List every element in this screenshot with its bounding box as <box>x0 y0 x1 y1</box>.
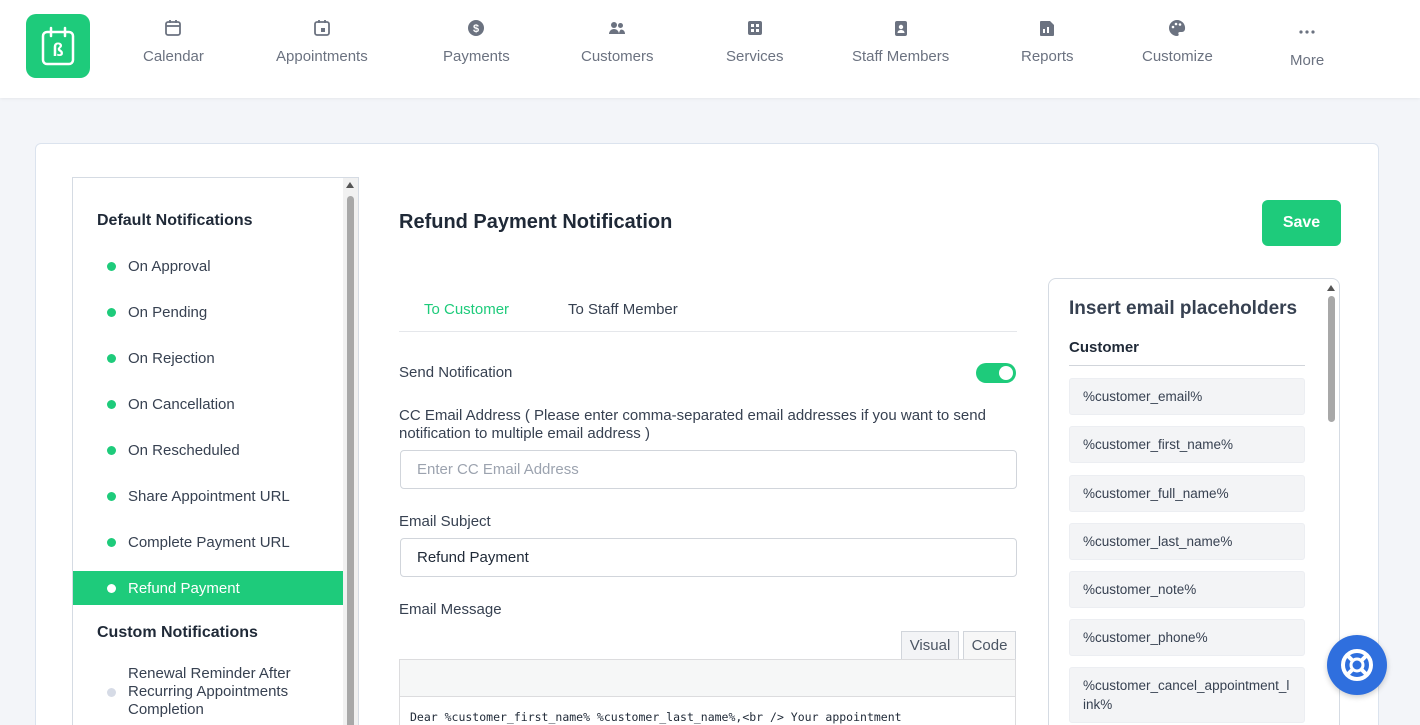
sidebar-item-label: On Cancellation <box>128 395 235 413</box>
sidebar-item-label: Refund Payment <box>128 579 240 597</box>
email-message-editor[interactable]: Dear %customer_first_name% %customer_las… <box>399 696 1016 725</box>
nav-services[interactable]: Services <box>726 18 784 65</box>
calendar-icon <box>163 18 183 38</box>
placeholder-item[interactable]: %customer_last_name% <box>1069 523 1305 560</box>
scroll-up-arrow-icon[interactable] <box>346 182 354 188</box>
status-dot <box>107 687 116 697</box>
sidebar-item-label: Share Appointment URL <box>128 487 290 505</box>
sidebar-item-share-appointment-url[interactable]: Share Appointment URL <box>73 479 343 513</box>
nav-label: Appointments <box>276 48 368 65</box>
placeholder-group-customer: Customer <box>1069 339 1305 366</box>
placeholders-title: Insert email placeholders <box>1069 298 1298 319</box>
custom-notifications-heading: Custom Notifications <box>97 624 258 641</box>
services-grid-icon <box>745 18 765 38</box>
status-dot <box>107 353 116 363</box>
placeholder-item[interactable]: %customer_phone% <box>1069 619 1305 656</box>
sidebar-item-label: Complete Payment URL <box>128 533 290 551</box>
lifebuoy-icon <box>1341 649 1373 681</box>
sidebar-item-label: On Rescheduled <box>128 441 240 459</box>
placeholder-item[interactable]: %customer_full_name% <box>1069 475 1305 512</box>
placeholder-item[interactable]: %customer_email% <box>1069 378 1305 415</box>
status-dot <box>107 583 116 593</box>
sidebar-item-renewal-reminder[interactable]: Renewal Reminder After Recurring Appoint… <box>107 665 343 719</box>
scrollbar-thumb[interactable] <box>1328 296 1335 422</box>
editor-tab-code[interactable]: Code <box>963 631 1016 660</box>
nav-label: Customize <box>1142 48 1213 65</box>
tab-to-customer[interactable]: To Customer <box>424 301 509 318</box>
nav-calendar[interactable]: Calendar <box>143 18 204 65</box>
svg-text:$: $ <box>473 23 479 35</box>
users-icon <box>607 18 627 38</box>
sidebar-item-refund-payment[interactable]: Refund Payment <box>73 571 343 605</box>
email-subject-label: Email Subject <box>399 513 491 530</box>
nav-label: Reports <box>1021 48 1074 65</box>
top-navigation: ß Calendar Appointments $ Payments Custo… <box>0 0 1420 98</box>
recipient-tabs: To Customer To Staff Member <box>399 290 1017 332</box>
nav-customers[interactable]: Customers <box>581 18 654 65</box>
status-dot <box>107 307 116 317</box>
toggle-knob <box>999 366 1013 380</box>
page-title: Refund Payment Notification <box>399 211 673 233</box>
sidebar-item-on-cancellation[interactable]: On Cancellation <box>73 387 343 421</box>
sidebar-item-on-pending[interactable]: On Pending <box>73 295 343 329</box>
help-button[interactable] <box>1327 635 1387 695</box>
status-dot <box>107 399 116 409</box>
save-button[interactable]: Save <box>1262 200 1341 246</box>
tab-to-staff-member[interactable]: To Staff Member <box>568 301 678 318</box>
status-dot <box>107 537 116 547</box>
status-dot <box>107 445 116 455</box>
svg-text:ß: ß <box>53 40 64 60</box>
placeholder-item[interactable]: %customer_cancel_appointment_link% <box>1069 667 1305 723</box>
editor-toolbar <box>399 659 1016 697</box>
nav-label: Payments <box>443 48 510 65</box>
dollar-circle-icon: $ <box>466 18 486 38</box>
cc-email-label: CC Email Address ( Please enter comma-se… <box>399 407 986 442</box>
nav-label: Services <box>726 48 784 65</box>
sidebar-item-on-approval[interactable]: On Approval <box>73 249 343 283</box>
email-subject-input[interactable] <box>400 538 1017 577</box>
sidebar-item-on-rejection[interactable]: On Rejection <box>73 341 343 375</box>
nav-payments[interactable]: $ Payments <box>443 18 510 65</box>
nav-reports[interactable]: Reports <box>1021 18 1074 65</box>
status-dot <box>107 491 116 501</box>
sidebar-item-label: On Rejection <box>128 349 215 367</box>
email-message-label: Email Message <box>399 601 502 618</box>
scroll-up-arrow-icon[interactable] <box>1327 285 1335 291</box>
app-logo[interactable]: ß <box>26 14 90 78</box>
placeholder-item[interactable]: %customer_note% <box>1069 571 1305 608</box>
more-dots-icon <box>1297 22 1317 42</box>
id-badge-icon <box>891 18 911 38</box>
palette-icon <box>1167 18 1187 38</box>
sidebar-item-complete-payment-url[interactable]: Complete Payment URL <box>73 525 343 559</box>
nav-staff-members[interactable]: Staff Members <box>852 18 949 65</box>
scrollbar-thumb[interactable] <box>347 196 354 725</box>
send-notification-toggle[interactable] <box>976 363 1016 383</box>
nav-customize[interactable]: Customize <box>1142 18 1213 65</box>
sidebar-item-label: On Approval <box>128 257 211 275</box>
nav-label: Customers <box>581 48 654 65</box>
logo-icon: ß <box>41 26 75 66</box>
editor-tab-visual[interactable]: Visual <box>901 631 959 660</box>
sidebar-item-on-rescheduled[interactable]: On Rescheduled <box>73 433 343 467</box>
calendar-event-icon <box>312 18 332 38</box>
report-icon <box>1037 18 1057 38</box>
placeholder-item[interactable]: %customer_first_name% <box>1069 426 1305 463</box>
status-dot <box>107 261 116 271</box>
nav-label: Calendar <box>143 48 204 65</box>
cc-email-input[interactable] <box>400 450 1017 489</box>
nav-label: More <box>1290 52 1325 69</box>
nav-more[interactable]: More <box>1290 22 1324 69</box>
nav-label: Staff Members <box>852 48 950 65</box>
sidebar-item-label: On Pending <box>128 303 208 321</box>
sidebar-scrollbar[interactable] <box>343 178 358 725</box>
nav-appointments[interactable]: Appointments <box>276 18 368 65</box>
sidebar-item-label: Renewal Reminder After Recurring Appoint… <box>128 665 291 718</box>
default-notifications-heading: Default Notifications <box>97 212 253 229</box>
send-notification-label: Send Notification <box>399 364 513 381</box>
